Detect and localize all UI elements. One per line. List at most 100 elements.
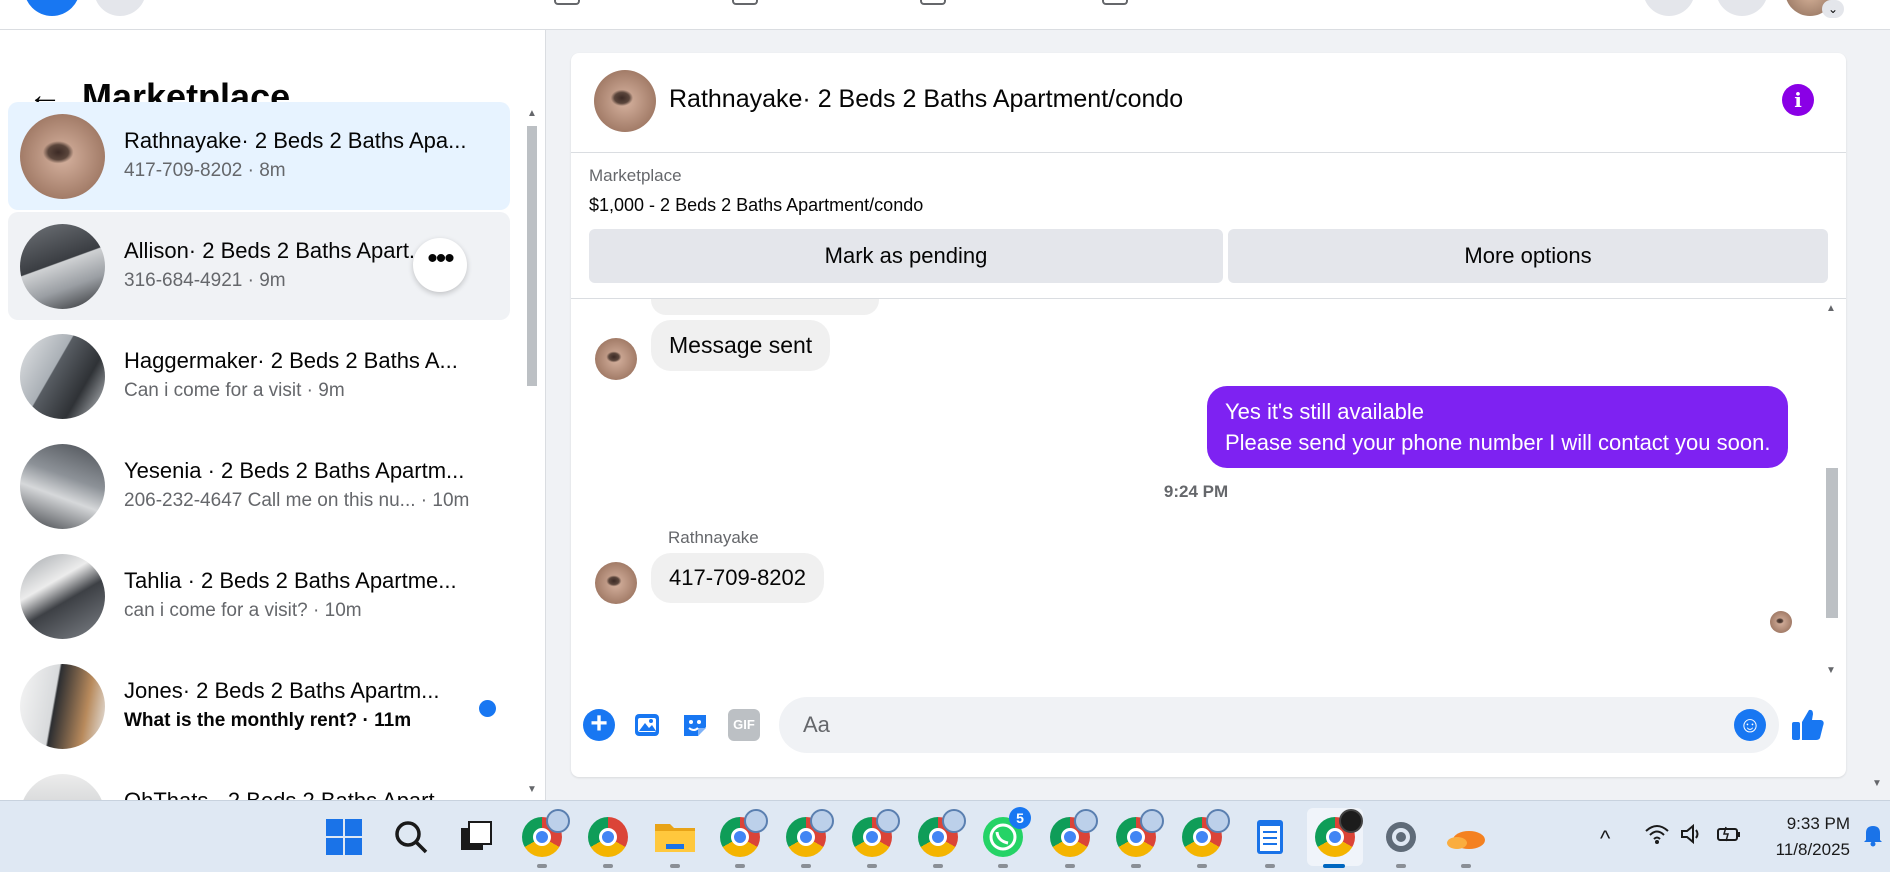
scroll-up-icon[interactable]: ▲ (526, 108, 538, 119)
conversation-item-allison[interactable]: Allison· 2 Beds 2 Baths Apart... 316-684… (8, 212, 510, 320)
profile-badge (1206, 809, 1230, 833)
chrome-icon[interactable] (918, 809, 966, 857)
message-bubble-incoming: Message sent (651, 320, 831, 371)
nav-groups-icon[interactable] (1102, 0, 1128, 5)
chrome-icon[interactable] (1315, 809, 1363, 857)
seen-indicator-avatar (1770, 611, 1792, 633)
running-indicator (1197, 864, 1207, 868)
chrome-center (1127, 828, 1145, 846)
menu-button[interactable] (1643, 0, 1695, 16)
whatsapp-icon[interactable]: 5 (983, 807, 1031, 857)
chrome-icon[interactable] (522, 809, 570, 857)
chat-title[interactable]: Rathnayake· 2 Beds 2 Baths Apartment/con… (669, 85, 1183, 114)
profile-badge (876, 809, 900, 833)
scroll-down-icon[interactable]: ▼ (526, 784, 538, 795)
cloud-icon[interactable] (1443, 814, 1489, 860)
nav-marketplace-icon[interactable] (920, 0, 946, 5)
conversation-item-ohthats[interactable]: OhThats · 2 Beds 2 Baths Apart... (8, 762, 510, 800)
chrome-center (1061, 828, 1079, 846)
profile-badge (810, 809, 834, 833)
chrome-center (731, 828, 749, 846)
chrome-icon[interactable] (720, 809, 768, 857)
more-options-button[interactable]: ••• (413, 238, 467, 292)
scroll-up-icon[interactable]: ▲ (1825, 303, 1837, 314)
bell-icon[interactable] (1862, 823, 1884, 853)
running-indicator (998, 864, 1008, 868)
photo-icon[interactable] (632, 709, 664, 741)
clock-date[interactable]: 11/8/2025 (1740, 840, 1850, 860)
avatar (20, 774, 105, 800)
conversation-name: Haggermaker· 2 Beds 2 Baths A... (124, 348, 458, 373)
wifi-icon[interactable] (1644, 823, 1670, 851)
chrome-icon[interactable] (786, 809, 834, 857)
profile-badge (1339, 809, 1363, 833)
conversation-name: Allison· 2 Beds 2 Baths Apart... (124, 238, 428, 263)
thumbs-up-icon[interactable] (1788, 705, 1828, 745)
running-indicator (735, 864, 745, 868)
listing-price[interactable]: $1,000 - 2 Beds 2 Baths Apartment/condo (589, 195, 923, 216)
info-icon[interactable]: i (1782, 84, 1814, 116)
windows-taskbar: 5 ^ 9:33 PM 11/8/2025 (0, 800, 1890, 872)
profile-badge (546, 809, 570, 833)
conversation-preview: 316-684-4921 · 9m (124, 270, 286, 291)
message-input[interactable] (779, 697, 1779, 753)
profile-badge (942, 809, 966, 833)
conversation-item-haggermaker[interactable]: Haggermaker· 2 Beds 2 Baths A... Can i c… (8, 322, 510, 430)
nav-home-icon[interactable] (554, 0, 580, 5)
emoji-icon[interactable]: ☺ (1734, 709, 1766, 741)
windows-start-icon[interactable] (321, 814, 367, 860)
profile-badge (744, 809, 768, 833)
sidebar-scrollbar[interactable]: ▲ ▼ (524, 108, 540, 798)
message-composer: + GIF ☺ (571, 693, 1846, 777)
conversation-item-jones[interactable]: Jones· 2 Beds 2 Baths Apartm... What is … (8, 652, 510, 760)
conversation-item-tahlia[interactable]: Tahlia · 2 Beds 2 Baths Apartme... can i… (8, 542, 510, 650)
volume-icon[interactable] (1680, 823, 1704, 851)
chrome-icon[interactable] (1050, 809, 1098, 857)
file-explorer-icon[interactable] (652, 814, 698, 860)
running-indicator (537, 864, 547, 868)
running-indicator (1265, 864, 1275, 868)
chrome-icon[interactable] (1116, 809, 1164, 857)
more-options-button[interactable]: More options (1228, 229, 1828, 283)
sticker-icon[interactable] (680, 709, 712, 741)
avatar[interactable] (594, 70, 656, 132)
listing-banner: Marketplace $1,000 - 2 Beds 2 Baths Apar… (571, 153, 1846, 299)
chrome-icon[interactable] (1182, 809, 1230, 857)
running-indicator (670, 864, 680, 868)
facebook-logo-icon[interactable] (24, 0, 80, 16)
task-view-icon[interactable] (453, 814, 499, 860)
top-nav-bar: ⌄ (0, 0, 1890, 30)
clock-time[interactable]: 9:33 PM (1740, 814, 1850, 834)
running-indicator (1065, 864, 1075, 868)
mark-as-pending-button[interactable]: Mark as pending (589, 229, 1223, 283)
conversation-preview: Can i come for a visit · 9m (124, 380, 345, 401)
conversation-preview: can i come for a visit? · 10m (124, 600, 362, 621)
nav-video-icon[interactable] (732, 0, 758, 5)
conversation-name: Tahlia · 2 Beds 2 Baths Apartme... (124, 568, 457, 593)
tray-chevron-icon[interactable]: ^ (1600, 826, 1610, 852)
timestamp-separator: 9:24 PM (1163, 482, 1229, 501)
chrome-center (1326, 828, 1344, 846)
chrome-icon[interactable] (588, 817, 628, 857)
conversation-item-rathnayake[interactable]: Rathnayake· 2 Beds 2 Baths Apa... 417-70… (8, 102, 510, 210)
battery-icon[interactable] (1716, 823, 1742, 851)
search-button[interactable] (94, 0, 146, 16)
chrome-icon[interactable] (852, 809, 900, 857)
messenger-button[interactable] (1716, 0, 1768, 16)
chrome-center (797, 828, 815, 846)
settings-gear-icon[interactable] (1378, 814, 1424, 860)
active-indicator (1323, 864, 1345, 868)
notepad-icon[interactable] (1247, 814, 1293, 860)
plus-icon[interactable]: + (583, 709, 615, 741)
chat-scrollbar[interactable]: ▲ ▼ (1822, 303, 1840, 683)
avatar (20, 444, 105, 529)
chevron-down-icon[interactable]: ⌄ (1822, 0, 1844, 18)
scroll-down-icon[interactable]: ▼ (1825, 665, 1837, 676)
conversation-item-yesenia[interactable]: Yesenia · 2 Beds 2 Baths Apartm... 206-2… (8, 432, 510, 540)
scrollbar-thumb[interactable] (1826, 468, 1838, 618)
search-icon[interactable] (388, 814, 434, 860)
scrollbar-thumb[interactable] (527, 126, 537, 386)
avatar (20, 334, 105, 419)
page-scroll-down-icon[interactable]: ▼ (1872, 778, 1882, 789)
gif-icon[interactable]: GIF (728, 709, 760, 741)
